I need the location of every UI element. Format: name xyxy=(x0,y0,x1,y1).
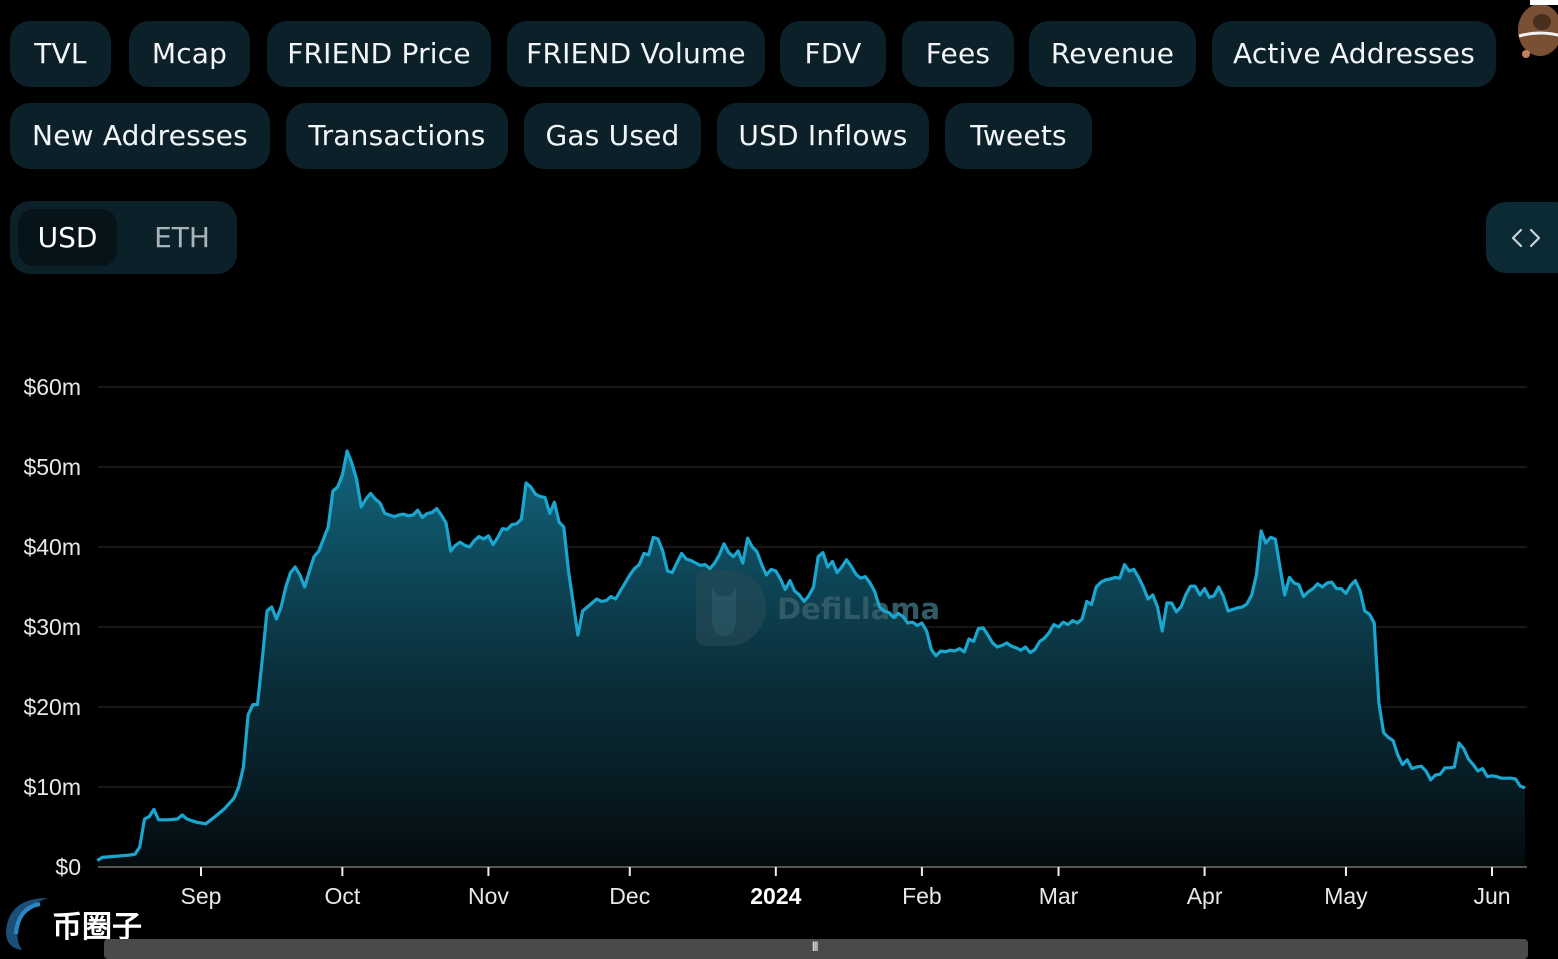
x-tick-label: Oct xyxy=(324,883,360,909)
x-tick-label: Dec xyxy=(609,883,650,909)
x-tick-label: Apr xyxy=(1187,883,1223,909)
x-tick-label: Jun xyxy=(1473,883,1510,909)
x-axis: Sep Oct Nov Dec 2024 Feb Mar Apr May Jun xyxy=(181,867,1511,909)
y-tick-label: $30m xyxy=(23,614,81,640)
y-tick-label: $60m xyxy=(23,374,81,400)
x-tick-label: Nov xyxy=(468,883,509,909)
x-tick-label: Mar xyxy=(1039,883,1079,909)
x-tick-label: May xyxy=(1324,883,1368,909)
x-tick-label: Sep xyxy=(181,883,222,909)
y-tick-label: $50m xyxy=(23,454,81,480)
x-tick-label: 2024 xyxy=(750,883,801,909)
tvl-area xyxy=(97,451,1525,867)
y-tick-label: $40m xyxy=(23,534,81,560)
y-axis: $0 $10m $20m $30m $40m $50m $60m xyxy=(23,374,81,880)
tvl-chart: $0$10m$20m$30m$40m$50m$60m DefiLlama Sep… xyxy=(23,374,1527,909)
y-tick-label: $20m xyxy=(23,694,81,720)
range-scrollbar[interactable]: ||| xyxy=(104,939,1528,959)
x-tick-label: Feb xyxy=(902,883,942,909)
scrollbar-grip-icon[interactable]: ||| xyxy=(812,941,818,952)
y-tick-label: $10m xyxy=(23,774,81,800)
y-tick-label: $0 xyxy=(55,854,81,880)
